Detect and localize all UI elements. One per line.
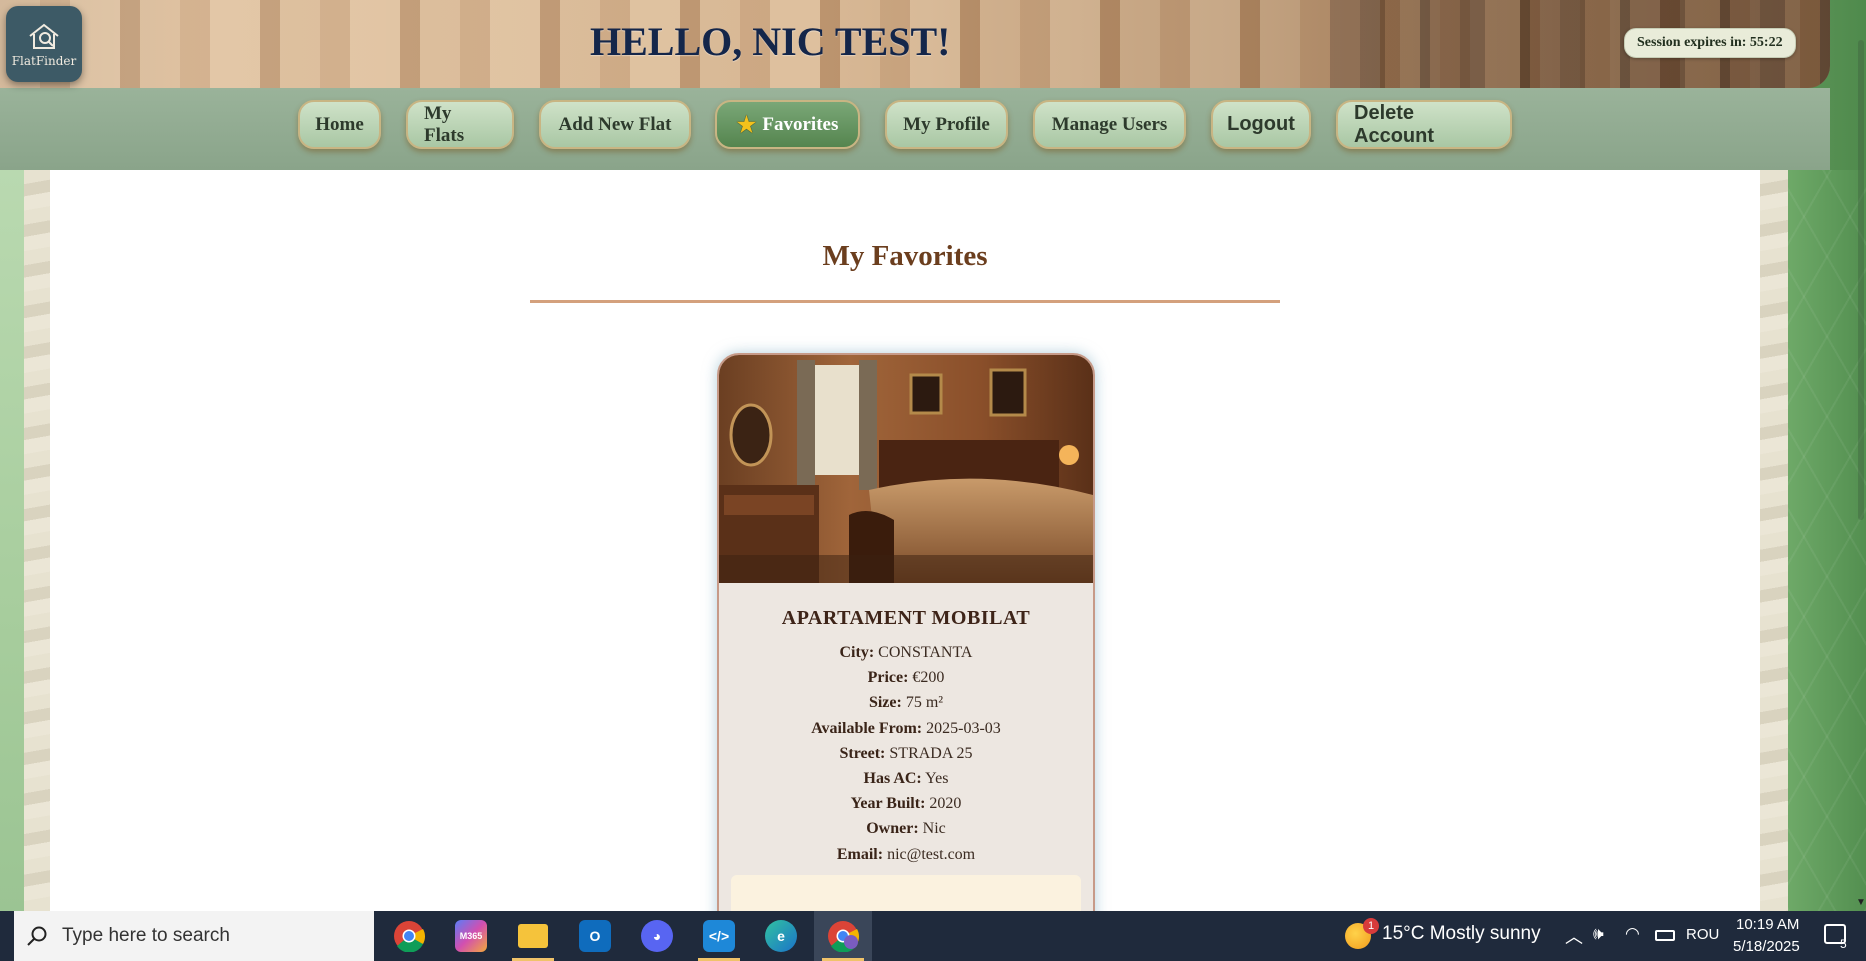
star-icon: ★ xyxy=(736,111,757,137)
detail-label: City: xyxy=(839,644,875,661)
scroll-down-arrow[interactable]: ▼ xyxy=(1856,897,1866,908)
page-scrollbar-thumb[interactable] xyxy=(1858,40,1864,520)
m365-icon[interactable]: M365 xyxy=(442,911,500,961)
nav-home-button[interactable]: Home xyxy=(298,100,381,149)
wifi-icon[interactable]: ◠ xyxy=(1625,924,1640,944)
detail-value: 75 m² xyxy=(905,694,944,712)
volume-icon[interactable]: 🕪 xyxy=(1593,924,1604,944)
detail-label: Email: xyxy=(836,845,884,863)
nav-favorites-button[interactable]: ★ Favorites xyxy=(715,100,860,149)
main-nav: Home My Flats Add New Flat ★ Favorites M… xyxy=(0,88,1830,170)
detail-has-ac: Has AC: Yes xyxy=(719,766,1093,791)
language-indicator[interactable]: ROU xyxy=(1686,926,1719,943)
detail-owner: Owner: Nic xyxy=(719,816,1093,841)
page-title: My Favorites xyxy=(822,240,988,272)
nav-label: Delete Account xyxy=(1354,101,1434,147)
detail-value: Nic xyxy=(922,820,946,838)
detail-street: Street: STRADA 25 xyxy=(719,741,1093,766)
detail-value: STRADA 25 xyxy=(889,744,973,762)
favorite-flat-card[interactable]: APARTAMENT MOBILAT City: CONSTANTA Price… xyxy=(717,353,1095,953)
chevron-up-icon[interactable]: ︿ xyxy=(1565,923,1583,949)
file-explorer-icon[interactable] xyxy=(504,911,562,961)
discord-icon[interactable]: ◕ xyxy=(628,911,686,961)
main-content: My Favorites APARTAMENT MOBILAT City: CO… xyxy=(50,170,1760,953)
flat-title: APARTAMENT MOBILAT xyxy=(781,607,1031,629)
detail-value: Yes xyxy=(925,770,949,788)
nav-manage-users-button[interactable]: Manage Users xyxy=(1033,100,1186,149)
nav-my-flats-button[interactable]: My Flats xyxy=(406,100,514,149)
nav-label: Favorites xyxy=(762,113,839,135)
detail-value: 2025-03-03 xyxy=(926,719,1001,737)
taskbar-search[interactable]: Type here to search xyxy=(14,911,374,961)
nav-logout-button[interactable]: Logout xyxy=(1211,100,1311,149)
detail-city: City: CONSTANTA xyxy=(719,640,1093,665)
nav-label: Logout xyxy=(1227,113,1295,135)
greeting-title: HELLO, NIC TEST! xyxy=(590,19,951,64)
detail-label: Has AC: xyxy=(863,770,922,788)
paper-border-left xyxy=(24,170,50,911)
search-placeholder: Type here to search xyxy=(62,925,230,946)
weather-badge: 1 xyxy=(1363,918,1379,934)
nav-label: My Flats xyxy=(424,102,465,146)
clock-time[interactable]: 10:19 AM xyxy=(1736,916,1799,933)
detail-value: €200 xyxy=(912,669,945,687)
nav-my-profile-button[interactable]: My Profile xyxy=(885,100,1008,149)
title-divider xyxy=(530,300,1280,303)
detail-year-built: Year Built: 2020 xyxy=(719,791,1093,816)
notification-count: 5 xyxy=(1840,937,1847,951)
detail-email: Email: nic@test.com xyxy=(719,842,1093,867)
detail-label: Owner: xyxy=(866,820,919,838)
vscode-icon[interactable]: </> xyxy=(690,911,748,961)
detail-label: Available From: xyxy=(811,719,923,737)
detail-available-from: Available From: 2025-03-03 xyxy=(719,716,1093,741)
chrome-profile-icon[interactable] xyxy=(814,911,872,961)
outlook-icon[interactable]: O xyxy=(566,911,624,961)
chrome-icon[interactable] xyxy=(380,911,438,961)
windows-taskbar: Type here to search M365 O ◕ </> e 1 15°… xyxy=(0,911,1866,961)
nav-label: Add New Flat xyxy=(558,113,672,135)
nav-add-new-flat-button[interactable]: Add New Flat xyxy=(539,100,691,149)
logo-text: FlatFinder xyxy=(11,54,77,68)
session-timer-badge: Session expires in: 55:22 xyxy=(1624,28,1796,58)
battery-icon[interactable] xyxy=(1655,930,1675,941)
search-icon xyxy=(27,926,47,946)
flatfinder-logo[interactable]: FlatFinder xyxy=(6,6,82,82)
paper-border-right xyxy=(1760,170,1788,911)
nav-delete-account-button[interactable]: Delete Account xyxy=(1336,100,1512,149)
detail-label: Street: xyxy=(839,744,886,762)
weather-text[interactable]: 15°C Mostly sunny xyxy=(1382,923,1541,945)
background-right xyxy=(1788,170,1866,911)
detail-value: 2020 xyxy=(929,795,962,813)
nav-label: Manage Users xyxy=(1051,113,1168,135)
clock-date[interactable]: 5/18/2025 xyxy=(1733,938,1800,955)
detail-value: nic@test.com xyxy=(887,845,976,863)
house-search-icon xyxy=(29,23,59,49)
nav-label: My Profile xyxy=(903,113,990,135)
detail-label: Size: xyxy=(868,694,902,712)
detail-price: Price: €200 xyxy=(719,665,1093,690)
detail-label: Year Built: xyxy=(850,795,926,813)
detail-value: CONSTANTA xyxy=(878,644,973,661)
detail-label: Price: xyxy=(867,669,909,687)
nav-label: Home xyxy=(315,113,364,135)
detail-size: Size: 75 m² xyxy=(719,690,1093,715)
flat-details: City: CONSTANTA Price: €200 Size: 75 m² … xyxy=(719,640,1093,867)
edge-icon[interactable]: e xyxy=(752,911,810,961)
flat-photo xyxy=(719,355,1093,583)
